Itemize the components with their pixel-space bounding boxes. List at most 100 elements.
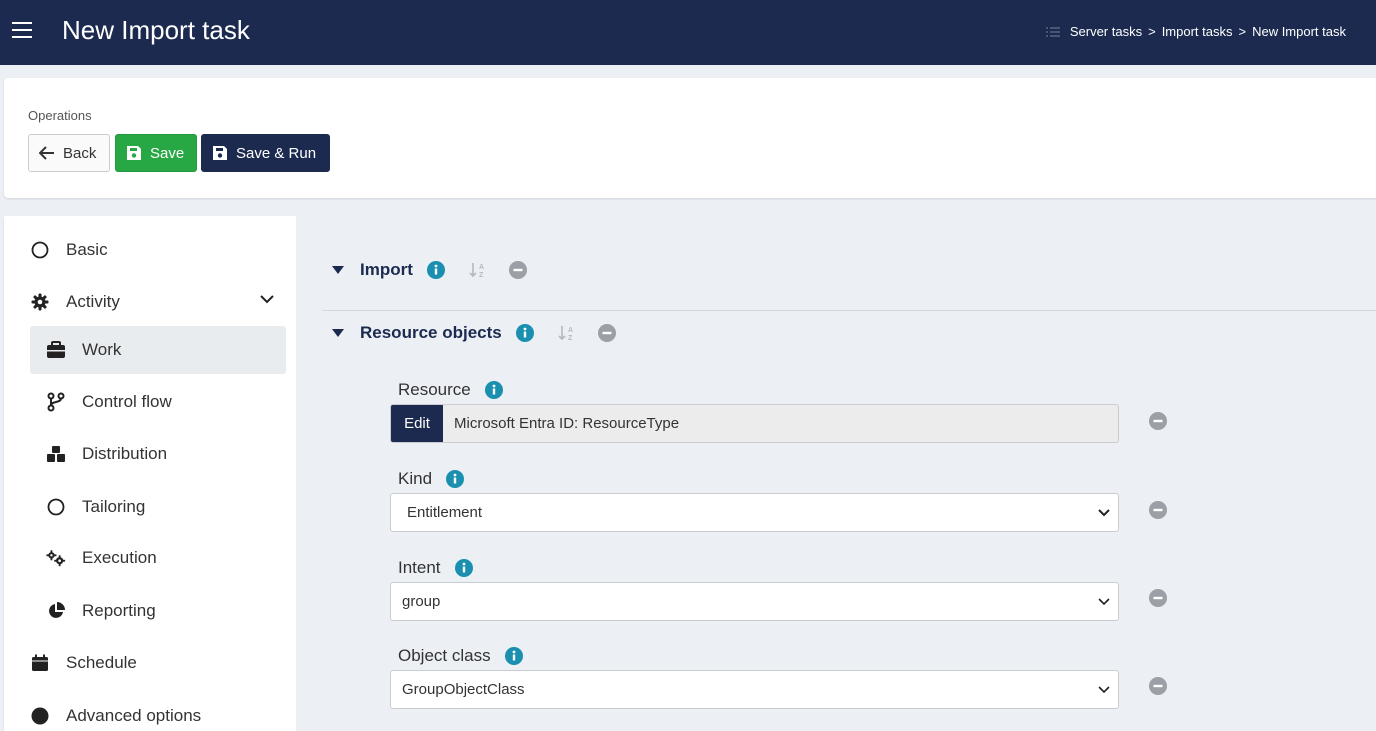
resource-label: Resource bbox=[398, 380, 503, 400]
sidebar-item-work[interactable]: Work bbox=[30, 326, 286, 374]
info-icon[interactable] bbox=[454, 559, 473, 577]
operations-panel: Operations Back Save Save & Run bbox=[4, 78, 1376, 198]
sidebar-item-label: Advanced options bbox=[66, 706, 202, 725]
sidebar-item-label: Activity bbox=[66, 292, 120, 311]
resource-value: Microsoft Entra ID: ResourceType bbox=[454, 415, 680, 432]
sidebar-item-label: Reporting bbox=[82, 601, 156, 620]
section-resource-objects-header[interactable]: Resource objects AZ bbox=[332, 323, 616, 343]
svg-text:Z: Z bbox=[479, 272, 484, 278]
breadcrumb-item-current: New Import task bbox=[1252, 24, 1346, 39]
cubes-icon bbox=[46, 444, 66, 464]
kind-label-text: Kind bbox=[398, 469, 433, 488]
gear-icon bbox=[30, 292, 50, 312]
section-import-title: Import bbox=[360, 260, 413, 279]
info-icon[interactable] bbox=[446, 470, 465, 488]
remove-icon[interactable] bbox=[508, 261, 527, 279]
caret-down-icon[interactable] bbox=[332, 266, 344, 274]
info-icon[interactable] bbox=[484, 381, 503, 399]
hamburger-menu-icon[interactable] bbox=[12, 22, 32, 40]
kind-select[interactable]: Entitlement bbox=[390, 493, 1119, 532]
object-class-input[interactable]: GroupObjectClass bbox=[390, 670, 1119, 709]
object-class-value: GroupObjectClass bbox=[402, 681, 525, 698]
sidebar-item-schedule[interactable]: Schedule bbox=[30, 639, 286, 687]
code-branch-icon bbox=[46, 392, 66, 412]
sort-icon[interactable]: AZ bbox=[558, 325, 576, 341]
task-editor-panel: Basic Activity Work Control flow Distrib… bbox=[4, 216, 1376, 731]
sort-icon[interactable]: AZ bbox=[469, 262, 487, 278]
save-button[interactable]: Save bbox=[115, 134, 197, 172]
sidebar-item-execution[interactable]: Execution bbox=[30, 534, 286, 582]
back-button-label: Back bbox=[63, 144, 97, 162]
sidebar-item-activity[interactable]: Activity bbox=[30, 278, 286, 326]
svg-text:Z: Z bbox=[568, 335, 573, 341]
circle-outline-icon bbox=[46, 497, 66, 517]
kind-value: Entitlement bbox=[407, 504, 483, 521]
svg-text:A: A bbox=[479, 264, 484, 271]
breadcrumb-item-server-tasks[interactable]: Server tasks bbox=[1070, 24, 1142, 39]
circle-outline-icon bbox=[30, 240, 50, 260]
remove-icon[interactable] bbox=[597, 324, 616, 342]
floppy-disk-icon bbox=[127, 146, 141, 160]
resource-label-text: Resource bbox=[398, 380, 471, 399]
sidebar-item-label: Tailoring bbox=[82, 497, 146, 516]
sidebar-nav: Basic Activity Work Control flow Distrib… bbox=[4, 216, 296, 731]
sidebar-item-label: Work bbox=[82, 340, 122, 359]
operations-label: Operations bbox=[28, 108, 92, 123]
save-and-run-button-label: Save & Run bbox=[236, 144, 317, 162]
remove-icon[interactable] bbox=[1149, 412, 1167, 430]
chevron-down-icon bbox=[1098, 509, 1110, 517]
intent-value: group bbox=[402, 593, 441, 610]
section-resource-objects-title: Resource objects bbox=[360, 323, 502, 342]
breadcrumb-separator: > bbox=[1148, 24, 1156, 39]
save-and-run-button[interactable]: Save & Run bbox=[201, 134, 330, 172]
intent-label: Intent bbox=[398, 558, 473, 578]
kind-label: Kind bbox=[398, 469, 465, 489]
caret-down-icon[interactable] bbox=[332, 329, 344, 337]
pie-chart-icon bbox=[46, 601, 66, 621]
sidebar-item-distribution[interactable]: Distribution bbox=[30, 430, 286, 478]
sidebar-item-label: Distribution bbox=[82, 444, 168, 463]
floppy-disk-icon bbox=[213, 146, 227, 160]
sidebar-item-label: Execution bbox=[82, 548, 157, 567]
circle-filled-icon bbox=[30, 706, 50, 726]
list-icon bbox=[1045, 26, 1060, 37]
remove-icon[interactable] bbox=[1149, 677, 1167, 695]
sidebar-item-reporting[interactable]: Reporting bbox=[30, 587, 286, 635]
back-button[interactable]: Back bbox=[28, 134, 110, 172]
object-class-label: Object class bbox=[398, 646, 523, 666]
breadcrumb: Server tasks > Import tasks > New Import… bbox=[1045, 24, 1346, 39]
section-divider bbox=[322, 310, 1376, 311]
briefcase-icon bbox=[46, 340, 66, 360]
page-title: New Import task bbox=[62, 15, 250, 45]
calendar-icon bbox=[30, 653, 50, 673]
resource-field: Edit Microsoft Entra ID: ResourceType bbox=[390, 404, 1119, 443]
top-bar: New Import task Server tasks > Import ta… bbox=[0, 0, 1376, 65]
intent-input[interactable]: group bbox=[390, 582, 1119, 621]
sidebar-item-label: Control flow bbox=[82, 392, 172, 411]
remove-icon[interactable] bbox=[1149, 501, 1167, 519]
sidebar-item-tailoring[interactable]: Tailoring bbox=[30, 483, 286, 531]
intent-label-text: Intent bbox=[398, 558, 441, 577]
sidebar-item-label: Schedule bbox=[66, 653, 137, 672]
chevron-down-icon[interactable] bbox=[1098, 597, 1110, 606]
arrow-left-icon bbox=[39, 146, 54, 160]
section-import-header[interactable]: Import AZ bbox=[332, 260, 527, 280]
sidebar-item-basic[interactable]: Basic bbox=[30, 226, 286, 274]
chevron-down-icon[interactable] bbox=[260, 294, 274, 304]
breadcrumb-item-import-tasks[interactable]: Import tasks bbox=[1162, 24, 1233, 39]
info-icon[interactable] bbox=[515, 324, 534, 342]
remove-icon[interactable] bbox=[1149, 589, 1167, 607]
sidebar-item-label: Basic bbox=[66, 240, 108, 259]
sidebar-item-control-flow[interactable]: Control flow bbox=[30, 378, 286, 426]
svg-text:A: A bbox=[568, 327, 573, 334]
object-class-label-text: Object class bbox=[398, 646, 491, 665]
sidebar-item-advanced-options[interactable]: Advanced options bbox=[30, 692, 286, 731]
save-button-label: Save bbox=[150, 144, 185, 162]
cogs-icon bbox=[46, 548, 66, 568]
breadcrumb-separator: > bbox=[1238, 24, 1247, 39]
content-area: Import AZ Resource objects AZ Resource E… bbox=[296, 216, 1376, 731]
info-icon[interactable] bbox=[426, 261, 445, 279]
resource-edit-button[interactable]: Edit bbox=[391, 405, 443, 442]
chevron-down-icon[interactable] bbox=[1098, 685, 1110, 694]
info-icon[interactable] bbox=[504, 647, 523, 665]
